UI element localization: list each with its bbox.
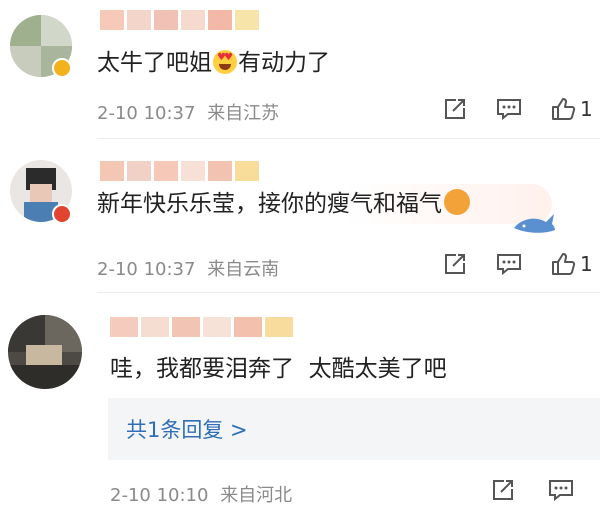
avatar[interactable] <box>8 315 82 389</box>
timestamp: 2-10 10:10 <box>110 485 209 506</box>
tiger-emoji-icon <box>444 189 470 215</box>
comment-meta: 2-10 10:37 来自江苏 <box>97 99 279 125</box>
share-icon[interactable] <box>440 249 470 279</box>
share-icon[interactable] <box>488 475 518 505</box>
username-blurred[interactable] <box>110 317 293 337</box>
comment-item: 太牛了吧姐有动力了 2-10 10:37 来自江苏 1 <box>0 0 600 140</box>
comment-actions <box>488 475 576 505</box>
username-blurred[interactable] <box>100 10 259 30</box>
divider <box>97 292 600 293</box>
like-count: 1 <box>580 252 593 276</box>
timestamp: 2-10 10:37 <box>97 259 196 280</box>
comment-meta: 2-10 10:37 来自云南 <box>97 255 279 281</box>
location: 来自河北 <box>220 485 293 506</box>
member-badge-icon <box>52 204 72 224</box>
comment-item: 新年快乐乐莹，接你的瘦气和福气 2-10 10:37 来自云南 1 <box>0 140 600 290</box>
comment-item: 哇，我都要泪奔了 太酷太美了吧 共1条回复 > 2-10 10:10 来自河北 <box>0 295 600 521</box>
view-replies-link[interactable]: 共1条回复 > <box>126 414 248 444</box>
whale-sticker-icon <box>512 208 560 240</box>
comment-meta: 2-10 10:10 来自河北 <box>110 481 292 507</box>
username-blurred[interactable] <box>100 161 259 181</box>
comment-text: 哇，我都要泪奔了 太酷太美了吧 <box>110 356 447 382</box>
comment-icon[interactable] <box>546 475 576 505</box>
verified-badge-icon <box>52 58 72 78</box>
thumbs-up-icon[interactable] <box>548 249 578 279</box>
divider <box>97 138 600 139</box>
comment-text: 新年快乐乐莹，接你的瘦气和福气 <box>97 188 470 220</box>
heart-eyes-emoji-icon <box>213 50 237 74</box>
timestamp: 2-10 10:37 <box>97 103 196 124</box>
comment-icon[interactable] <box>494 94 524 124</box>
like-count: 1 <box>580 97 593 121</box>
location: 来自云南 <box>207 259 280 280</box>
reply-box[interactable]: 共1条回复 > <box>108 398 600 460</box>
share-icon[interactable] <box>440 94 470 124</box>
comment-icon[interactable] <box>494 249 524 279</box>
thumbs-up-icon[interactable] <box>548 94 578 124</box>
location: 来自江苏 <box>207 103 280 124</box>
comment-actions: 1 <box>440 94 593 124</box>
comment-text: 太牛了吧姐有动力了 <box>97 47 330 79</box>
comment-actions: 1 <box>440 249 593 279</box>
